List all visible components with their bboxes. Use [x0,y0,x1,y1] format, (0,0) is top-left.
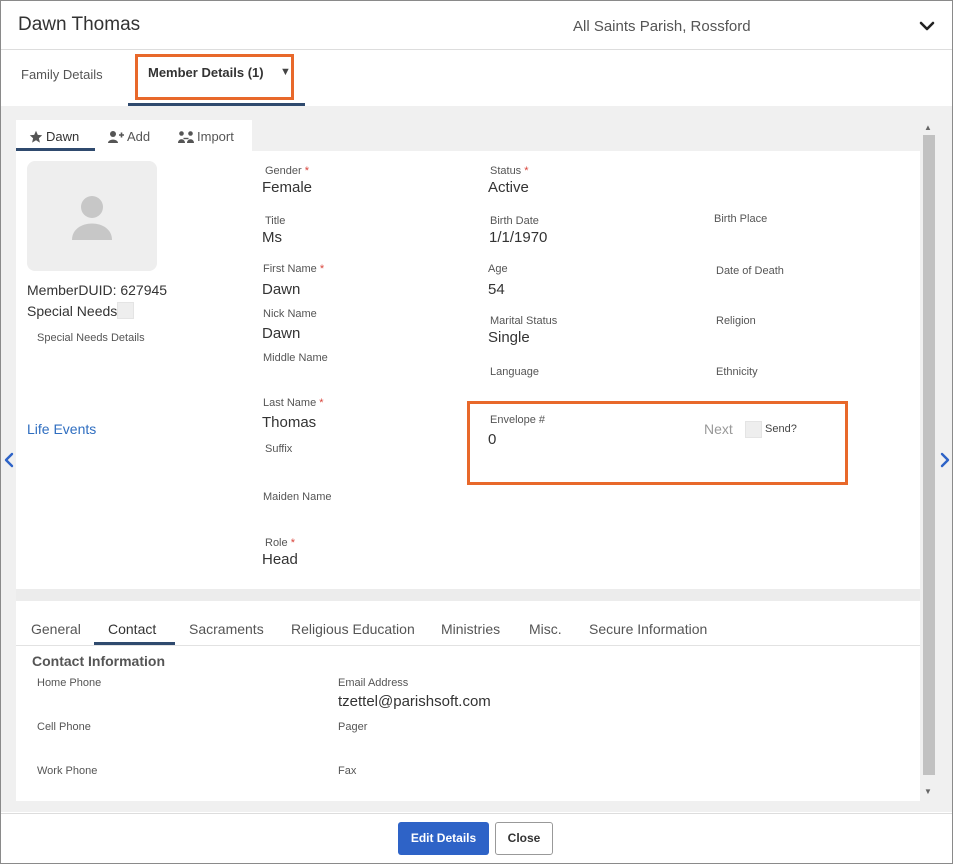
header-divider [1,49,952,50]
scroll-down-icon[interactable]: ▼ [924,787,932,796]
member-duid: MemberDUID: 627945 [27,282,168,298]
birth-date-label: Birth Date [490,215,539,227]
work-phone-label: Work Phone [37,765,98,777]
birth-date-value: 1/1/1970 [489,229,548,246]
special-needs-label: Special Needs [27,303,118,319]
member-subtabs: Dawn Add Import [16,120,252,151]
last-name-value: Thomas [262,414,317,431]
cell-phone-label: Cell Phone [37,721,91,733]
role-value: Head [262,551,298,568]
edit-details-button[interactable]: Edit Details [398,822,489,855]
gender-label: Gender * [265,165,310,177]
tab-sacraments[interactable]: Sacraments [189,621,264,637]
marital-status-label: Marital Status [490,315,558,327]
bottom-tabs-divider [16,645,920,646]
nick-name-value: Dawn [262,325,301,342]
maiden-name-label: Maiden Name [263,491,332,503]
tab-religious-education[interactable]: Religious Education [291,621,415,637]
subtab-import-member[interactable]: Import [178,129,234,144]
star-icon [29,130,43,144]
parish-name: All Saints Parish, Rossford [573,18,751,35]
role-label: Role * [265,537,295,549]
birth-place-label: Birth Place [714,213,768,225]
subtab-import-label: Import [197,129,234,144]
next-member-icon[interactable] [939,452,951,473]
tab-ministries[interactable]: Ministries [441,621,500,637]
member-name-title: Dawn Thomas [18,14,141,35]
first-name-label: First Name * [263,263,325,275]
home-phone-label: Home Phone [37,677,102,689]
suffix-label: Suffix [265,443,293,455]
close-button[interactable]: Close [495,822,553,855]
age-value: 54 [488,281,505,298]
tab-contact[interactable]: Contact [108,621,156,637]
active-subtab-indicator [16,148,95,151]
pager-label: Pager [338,721,368,733]
add-user-icon [108,130,124,144]
footer-divider [1,813,952,814]
contact-information-heading: Contact Information [32,653,165,669]
middle-name-label: Middle Name [263,352,328,364]
tab-family-details[interactable]: Family Details [21,67,103,82]
title-label: Title [265,215,286,227]
special-needs-details-label: Special Needs Details [37,332,145,344]
ethnicity-label: Ethnicity [716,366,758,378]
chevron-down-icon[interactable] [917,16,937,36]
subtab-current-member[interactable]: Dawn [29,129,79,144]
life-events-link[interactable]: Life Events [27,421,96,437]
tab-misc[interactable]: Misc. [529,621,562,637]
first-name-value: Dawn [262,281,301,298]
subtab-add-member[interactable]: Add [108,129,150,144]
date-of-death-label: Date of Death [716,265,784,277]
subtab-current-label: Dawn [46,129,80,144]
special-needs-checkbox[interactable] [117,302,134,319]
scroll-up-icon[interactable]: ▲ [924,123,932,132]
fax-label: Fax [338,765,357,777]
avatar[interactable] [27,161,157,271]
import-users-icon [178,130,194,144]
scrollbar-thumb[interactable] [923,135,935,775]
highlight-box-envelope [467,401,848,485]
tab-general[interactable]: General [31,621,81,637]
title-value: Ms [262,229,282,246]
section-separator [16,589,920,601]
status-value: Active [488,179,529,196]
marital-status-value: Single [488,329,530,346]
age-label: Age [488,263,508,275]
religion-label: Religion [716,315,756,327]
nick-name-label: Nick Name [263,308,317,320]
highlight-box-member-tab [135,54,294,100]
tab-secure-information[interactable]: Secure Information [589,621,707,637]
gender-value: Female [262,179,313,196]
email-address-label: Email Address [338,677,409,689]
subtab-add-label: Add [127,129,151,144]
status-label: Status * [490,165,529,177]
previous-member-icon[interactable] [3,452,15,473]
last-name-label: Last Name * [263,397,324,409]
email-address-value: tzettel@parishsoft.com [338,693,491,710]
language-label: Language [490,366,539,378]
user-silhouette-icon [72,196,112,240]
